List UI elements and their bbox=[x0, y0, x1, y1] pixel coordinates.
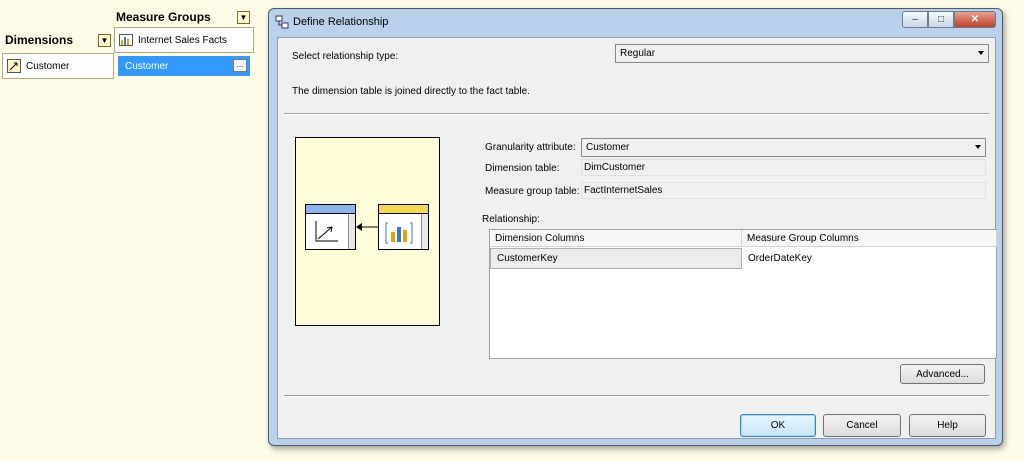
dimension-label: Customer bbox=[26, 60, 70, 72]
dimension-table-header bbox=[306, 205, 355, 214]
chevron-down-icon bbox=[978, 51, 984, 55]
dialog-title: Define Relationship bbox=[293, 16, 389, 28]
arrow-left-icon bbox=[356, 223, 378, 231]
window-buttons: – □ ✕ bbox=[902, 11, 996, 28]
dialog-titlebar[interactable]: Define Relationship – □ ✕ bbox=[269, 9, 1002, 36]
cancel-button[interactable]: Cancel bbox=[823, 414, 901, 437]
relationship-icon bbox=[275, 15, 289, 29]
relationship-label: Relationship: bbox=[482, 214, 540, 225]
relationship-cell-label: Customer bbox=[125, 60, 169, 72]
minimize-button[interactable]: – bbox=[902, 11, 928, 28]
dimension-table-scrollbar bbox=[348, 214, 355, 249]
define-relationship-dialog: Define Relationship – □ ✕ Select relatio… bbox=[268, 8, 1003, 446]
fact-table-shape bbox=[378, 204, 429, 250]
relationship-type-label: Select relationship type: bbox=[292, 51, 399, 62]
relationship-diagram bbox=[295, 137, 440, 326]
dimensions-header: Dimensions bbox=[5, 33, 74, 47]
separator-bottom bbox=[284, 395, 989, 397]
ellipsis-button[interactable]: ... bbox=[233, 59, 247, 72]
grid-cell-measure-group-column[interactable]: OrderDateKey bbox=[742, 248, 997, 269]
dimension-table-shape bbox=[305, 204, 356, 250]
relationship-cell[interactable]: Customer ... bbox=[118, 56, 250, 76]
separator-top bbox=[284, 113, 989, 115]
fact-table-header bbox=[379, 205, 428, 214]
fact-table-scrollbar bbox=[421, 214, 428, 249]
dimension-icon bbox=[7, 59, 21, 73]
close-button[interactable]: ✕ bbox=[954, 11, 996, 28]
advanced-button[interactable]: Advanced... bbox=[900, 364, 985, 384]
measure-group-table-value: FactInternetSales bbox=[584, 185, 663, 196]
measure-group-cell[interactable]: Internet Sales Facts bbox=[114, 27, 254, 53]
bar-chart-icon bbox=[385, 222, 413, 244]
relationship-grid[interactable]: Dimension Columns Measure Group Columns … bbox=[489, 229, 997, 359]
grid-header-dimension-columns[interactable]: Dimension Columns bbox=[490, 230, 742, 247]
dimension-table-field: DimCustomer bbox=[581, 159, 986, 176]
granularity-label: Granularity attribute: bbox=[485, 142, 576, 153]
granularity-value: Customer bbox=[586, 142, 630, 153]
measure-group-label: Internet Sales Facts bbox=[138, 34, 227, 46]
relationship-type-value: Regular bbox=[620, 48, 656, 59]
grid-cell-dimension-column[interactable]: CustomerKey bbox=[490, 248, 742, 269]
dialog-client-area: Select relationship type: Regular The di… bbox=[277, 37, 997, 439]
dimension-table-label: Dimension table: bbox=[485, 163, 560, 174]
dimension-cell[interactable]: Customer bbox=[2, 53, 114, 79]
dimensions-dropdown-button[interactable]: ▼ bbox=[98, 34, 111, 47]
ok-button[interactable]: OK bbox=[740, 414, 816, 437]
maximize-button[interactable]: □ bbox=[928, 11, 954, 28]
grid-header-measure-group-columns[interactable]: Measure Group Columns bbox=[742, 230, 997, 247]
dimension-table-value: DimCustomer bbox=[584, 162, 646, 173]
measure-group-icon bbox=[119, 34, 133, 46]
measure-groups-header: Measure Groups bbox=[116, 10, 211, 24]
measure-groups-dropdown-button[interactable]: ▼ bbox=[237, 11, 250, 24]
dimension-axis-icon bbox=[315, 221, 338, 242]
chevron-down-icon bbox=[975, 145, 981, 149]
help-button[interactable]: Help bbox=[909, 414, 986, 437]
granularity-select[interactable]: Customer bbox=[581, 138, 986, 157]
measure-group-table-label: Measure group table: bbox=[485, 186, 580, 197]
relationship-description: The dimension table is joined directly t… bbox=[292, 86, 530, 97]
measure-group-table-field: FactInternetSales bbox=[581, 182, 986, 199]
relationship-type-select[interactable]: Regular bbox=[615, 44, 989, 63]
